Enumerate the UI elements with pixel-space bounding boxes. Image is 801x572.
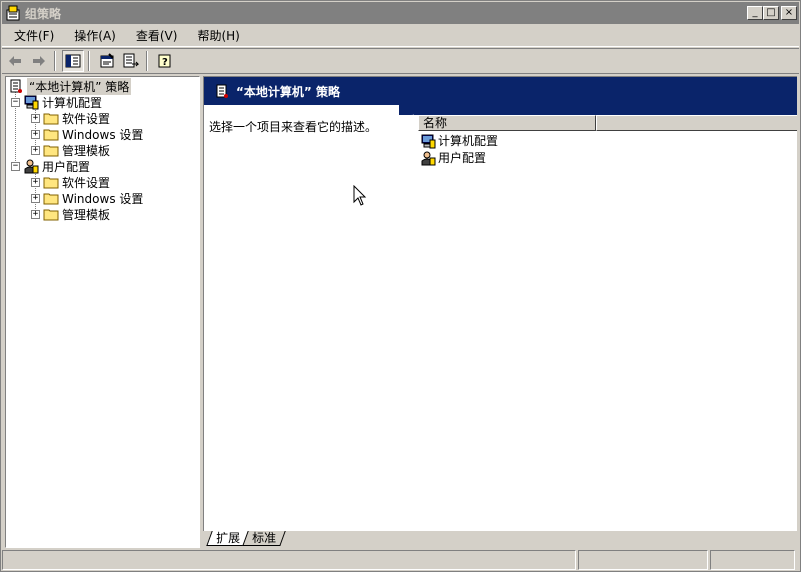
tree-item-computer-software[interactable]: + 软件设置: [31, 110, 110, 126]
menu-bar: 文件(F) 操作(A) 查看(V) 帮助(H): [2, 25, 799, 47]
view-tabs: 扩展 标准: [203, 531, 799, 548]
tree-label-software-settings: 软件设置: [62, 111, 111, 126]
status-cell: [578, 550, 708, 570]
svg-text:?: ?: [162, 57, 168, 68]
computer-icon: [421, 134, 436, 148]
tree-label-windows-settings: Windows 设置: [62, 191, 144, 206]
folder-icon: [43, 193, 59, 205]
description-text: 选择一个项目来查看它的描述。: [209, 120, 378, 134]
tree-label-admin-templates: 管理模板: [62, 143, 111, 158]
properties-icon: [100, 53, 114, 68]
details-header-title: “本地计算机” 策略: [236, 84, 340, 99]
column-header-empty[interactable]: [596, 115, 797, 131]
tree-item-computer-config[interactable]: − 计算机配置: [11, 94, 102, 110]
tree-label-user-config: 用户配置: [42, 159, 91, 174]
properties-button[interactable]: [96, 50, 118, 72]
column-header-name[interactable]: 名称: [418, 115, 596, 131]
tab-extended-label: 扩展: [216, 531, 241, 545]
close-icon: ×: [784, 7, 794, 18]
collapse-icon[interactable]: −: [11, 161, 20, 171]
minimize-button[interactable]: _: [747, 6, 763, 20]
folder-icon: [43, 129, 59, 141]
user-icon: [24, 159, 39, 174]
details-list[interactable]: 名称 计算机配置 用户配置: [418, 115, 797, 535]
menu-file[interactable]: 文件(F): [2, 27, 62, 44]
details-header: “本地计算机” 策略: [204, 77, 797, 105]
maximize-icon: □: [766, 7, 776, 18]
menu-help[interactable]: 帮助(H): [185, 27, 247, 44]
tree-item-user-software[interactable]: + 软件设置: [31, 174, 110, 190]
list-column-header: 名称: [418, 115, 797, 131]
expand-icon[interactable]: +: [31, 129, 40, 139]
policy-scroll-icon: [10, 79, 22, 93]
status-bar: [2, 550, 799, 570]
group-policy-window: 组策略 _ □ × 文件(F) 操作(A) 查看(V) 帮助(H) ? “本地计…: [0, 0, 801, 572]
expand-icon[interactable]: +: [31, 145, 40, 155]
details-header-tab: [414, 105, 797, 115]
tab-standard-label: 标准: [252, 531, 277, 545]
menu-view[interactable]: 查看(V): [124, 27, 186, 44]
maximize-button[interactable]: □: [763, 6, 779, 20]
list-item[interactable]: 计算机配置: [420, 132, 498, 149]
tree-label-software-settings: 软件设置: [62, 175, 111, 190]
tree-item-local-computer-policy[interactable]: “本地计算机” 策略: [8, 77, 132, 95]
toolbar-separator: [146, 51, 148, 71]
back-button[interactable]: [4, 50, 26, 72]
help-button[interactable]: ?: [154, 50, 176, 72]
window-title: 组策略: [25, 6, 62, 21]
computer-icon: [24, 95, 39, 110]
title-bar[interactable]: 组策略 _ □ ×: [2, 2, 799, 24]
minimize-icon: _: [752, 7, 758, 18]
export-list-icon: [123, 53, 139, 68]
show-hide-tree-icon: [65, 54, 81, 68]
expand-icon[interactable]: +: [31, 209, 40, 219]
group-policy-app-icon: [6, 5, 20, 21]
user-icon: [421, 151, 436, 165]
toolbar-separator: [54, 51, 56, 71]
folder-icon: [43, 145, 59, 157]
folder-icon: [43, 177, 59, 189]
console-tree[interactable]: “本地计算机” 策略 − 计算机配置 + 软件设置 + Windows 设置 +…: [5, 76, 200, 548]
expand-icon[interactable]: +: [31, 113, 40, 123]
tree-item-computer-windows[interactable]: + Windows 设置: [31, 126, 143, 142]
export-list-button[interactable]: [120, 50, 142, 72]
list-item-label: 用户配置: [438, 151, 487, 165]
list-item[interactable]: 用户配置: [420, 149, 486, 166]
details-header-gap: [204, 105, 414, 115]
toolbar-separator: [88, 51, 90, 71]
close-button[interactable]: ×: [781, 6, 797, 20]
status-cell: [2, 550, 576, 570]
expand-icon[interactable]: +: [31, 193, 40, 203]
tree-label-root: “本地计算机” 策略: [27, 77, 132, 95]
collapse-icon[interactable]: −: [11, 97, 20, 107]
details-pane: “本地计算机” 策略 选择一个项目来查看它的描述。 名称 计算机配置 用户配置: [203, 76, 797, 548]
folder-icon: [43, 209, 59, 221]
status-cell: [710, 550, 795, 570]
list-item-label: 计算机配置: [438, 134, 499, 148]
back-arrow-icon: [9, 56, 21, 66]
policy-scroll-icon: [216, 84, 228, 98]
forward-button[interactable]: [28, 50, 50, 72]
tree-item-user-config[interactable]: − 用户配置: [11, 158, 90, 174]
toolbar: ?: [2, 48, 799, 74]
tree-item-computer-admin-templates[interactable]: + 管理模板: [31, 142, 110, 158]
tree-item-user-windows[interactable]: + Windows 设置: [31, 190, 143, 206]
forward-arrow-icon: [33, 56, 45, 66]
expand-icon[interactable]: +: [31, 177, 40, 187]
menu-action[interactable]: 操作(A): [62, 27, 124, 44]
tree-label-windows-settings: Windows 设置: [62, 127, 144, 142]
tree-label-admin-templates: 管理模板: [62, 207, 111, 222]
tree-item-user-admin-templates[interactable]: + 管理模板: [31, 206, 110, 222]
folder-icon: [43, 113, 59, 125]
tree-label-computer-config: 计算机配置: [42, 95, 103, 110]
show-hide-tree-button[interactable]: [62, 50, 84, 72]
help-icon: ?: [158, 54, 171, 68]
tab-standard[interactable]: 标准: [242, 531, 286, 546]
mouse-cursor-icon: [353, 185, 367, 206]
